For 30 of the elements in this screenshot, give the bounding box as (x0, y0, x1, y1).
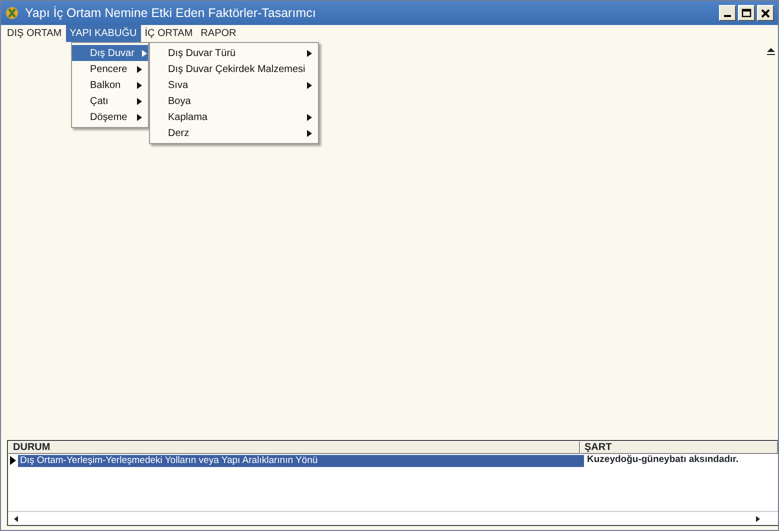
menu-entry[interactable]: Kaplama (150, 109, 318, 125)
close-icon (760, 8, 771, 18)
app-icon (5, 6, 19, 20)
menu-entry[interactable]: Balkon (72, 77, 148, 93)
minimize-icon (724, 15, 731, 17)
menu-item[interactable]: DIŞ ORTAM (3, 25, 66, 42)
table-cell-text: Kuzeydoğu-güneybatı aksındadır. (586, 453, 738, 468)
scroll-up-arrow-icon[interactable] (766, 46, 776, 56)
menu-entry[interactable]: Çatı (72, 93, 148, 109)
menu-entry[interactable]: Derz (150, 125, 318, 141)
close-button[interactable] (757, 5, 774, 21)
menu-item[interactable]: RAPOR (196, 25, 240, 42)
menu-entry[interactable]: Sıva (150, 77, 318, 93)
column-header: ŞART (580, 441, 778, 454)
maximize-button[interactable] (738, 5, 755, 21)
menu-item[interactable]: YAPI KABUĞU (66, 25, 141, 42)
menu-entry[interactable]: Döşeme (72, 109, 148, 125)
scroll-right-arrow-icon[interactable] (754, 514, 762, 522)
column-header: DURUM (8, 441, 580, 454)
scroll-left-arrow-icon[interactable] (12, 514, 20, 522)
menu-entry[interactable]: Dış Duvar Türü (150, 45, 318, 61)
maximize-icon (741, 8, 752, 18)
menu-entry[interactable]: Pencere (72, 61, 148, 77)
minimize-button[interactable] (719, 5, 736, 21)
menu-item[interactable]: İÇ ORTAM (140, 25, 197, 42)
table-cell: Dış Ortam-Yerleşim-Yerleşmedeki Yolların veya Yapı Aralıklarının Yönü (18, 454, 584, 466)
menu-entry[interactable]: Dış Duvar (72, 45, 148, 61)
window-title: Yapı İç Ortam Nemine Etki Eden Faktörler-Tasarımcı (25, 4, 316, 22)
menu-entry[interactable]: Boya (150, 93, 318, 109)
menu-entry[interactable]: Dış Duvar Çekirdek Malzemesi (150, 61, 318, 77)
